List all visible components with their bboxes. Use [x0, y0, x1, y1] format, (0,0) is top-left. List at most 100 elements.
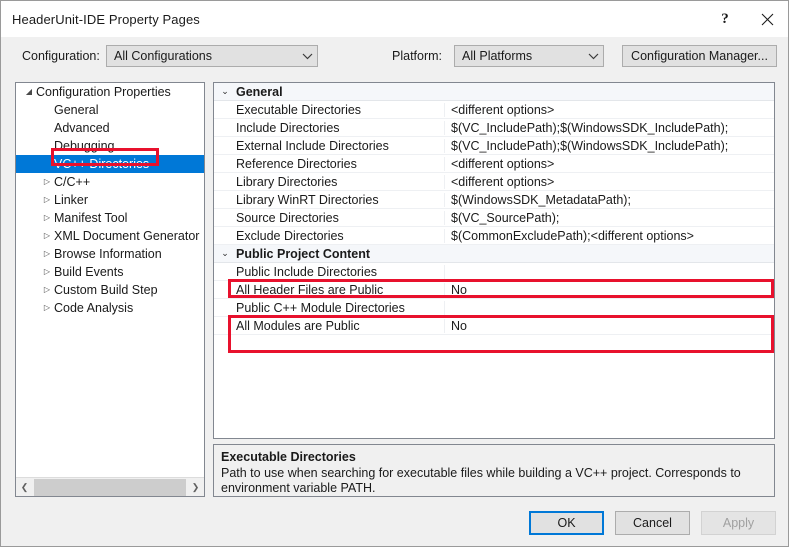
tree-item-debugging[interactable]: Debugging	[16, 137, 204, 155]
tree-item-label: Debugging	[54, 139, 115, 153]
tree-item-label: VC++ Directories	[54, 157, 150, 171]
property-value[interactable]: $(CommonExcludePath);<different options>	[445, 229, 774, 243]
property-group-public-project-content[interactable]: ⌄ Public Project Content	[214, 245, 774, 263]
property-value[interactable]: $(WindowsSDK_MetadataPath);	[445, 193, 774, 207]
triangle-right-icon[interactable]: ▷	[40, 214, 54, 222]
property-grid[interactable]: ⌄ General Executable Directories <different…	[213, 82, 775, 439]
chevron-down-icon[interactable]: ⌄	[214, 87, 236, 96]
property-row-public-include-directories[interactable]: Public Include Directories	[214, 263, 774, 281]
property-group-general[interactable]: ⌄ General	[214, 83, 774, 101]
property-row-include-directories[interactable]: Include Directories $(VC_IncludePath);$(W…	[214, 119, 774, 137]
property-name: Library WinRT Directories	[214, 192, 445, 207]
property-name: All Modules are Public	[214, 318, 445, 333]
cancel-button-label: Cancel	[633, 516, 672, 530]
description-panel: Executable Directories Path to use when …	[213, 444, 775, 497]
property-value[interactable]: <different options>	[445, 103, 774, 117]
close-button[interactable]	[746, 1, 788, 37]
configuration-bar: Configuration: All Configurations Platfo…	[1, 37, 788, 75]
property-value[interactable]: $(VC_SourcePath);	[445, 211, 774, 225]
tree-item-manifest-tool[interactable]: ▷ Manifest Tool	[16, 209, 204, 227]
tree-item-label: Build Events	[54, 265, 124, 279]
tree-item-configuration-properties[interactable]: ◢ Configuration Properties	[16, 83, 204, 101]
triangle-right-icon[interactable]: ▷	[40, 268, 54, 276]
property-row-executable-directories[interactable]: Executable Directories <different options…	[214, 101, 774, 119]
tree-item-build-events[interactable]: ▷ Build Events	[16, 263, 204, 281]
property-row-public-c-module-directories[interactable]: Public C++ Module Directories	[214, 299, 774, 317]
property-name: Public C++ Module Directories	[214, 300, 445, 315]
tree-horizontal-scrollbar[interactable]: ❮ ❯	[16, 477, 204, 496]
chevron-down-icon	[583, 53, 603, 60]
configuration-label: Configuration:	[22, 49, 100, 63]
property-row-library-directories[interactable]: Library Directories <different options>	[214, 173, 774, 191]
property-value[interactable]: $(VC_IncludePath);$(WindowsSDK_IncludePa…	[445, 139, 774, 153]
tree-item-label: Manifest Tool	[54, 211, 128, 225]
tree-item-custom-build-step[interactable]: ▷ Custom Build Step	[16, 281, 204, 299]
property-name: External Include Directories	[214, 138, 445, 153]
triangle-right-icon[interactable]: ▷	[40, 232, 54, 240]
tree-item-xml-document-generator[interactable]: ▷ XML Document Generator	[16, 227, 204, 245]
tree-item-c-c[interactable]: ▷ C/C++	[16, 173, 204, 191]
property-group-label: Public Project Content	[236, 246, 371, 261]
triangle-right-icon[interactable]: ▷	[40, 250, 54, 258]
tree-item-general[interactable]: General	[16, 101, 204, 119]
tree-scroll-thumb[interactable]	[34, 478, 186, 496]
configuration-properties-tree[interactable]: ◢ Configuration Properties General Advanced…	[15, 82, 205, 497]
tree-item-label: C/C++	[54, 175, 91, 189]
configuration-dropdown[interactable]: All Configurations	[106, 45, 318, 67]
ok-button[interactable]: OK	[529, 511, 604, 535]
triangle-right-icon[interactable]: ▷	[40, 178, 54, 186]
tree-item-linker[interactable]: ▷ Linker	[16, 191, 204, 209]
property-value[interactable]: No	[445, 319, 774, 333]
platform-dropdown[interactable]: All Platforms	[454, 45, 604, 67]
tree-item-label: General	[54, 103, 99, 117]
property-name: Source Directories	[214, 210, 445, 225]
window-title: HeaderUnit-IDE Property Pages	[12, 11, 200, 27]
property-value[interactable]: $(VC_IncludePath);$(WindowsSDK_IncludePa…	[445, 121, 774, 135]
property-name: All Header Files are Public	[214, 282, 445, 297]
property-value[interactable]: <different options>	[445, 175, 774, 189]
property-value[interactable]: No	[445, 283, 774, 297]
configuration-dropdown-value: All Configurations	[114, 49, 212, 63]
triangle-right-icon[interactable]: ▷	[40, 304, 54, 312]
property-name: Executable Directories	[214, 102, 445, 117]
triangle-right-icon[interactable]: ▷	[40, 196, 54, 204]
property-name: Exclude Directories	[214, 228, 445, 243]
cancel-button[interactable]: Cancel	[615, 511, 690, 535]
triangle-right-icon[interactable]: ▷	[40, 286, 54, 294]
tree-item-advanced[interactable]: Advanced	[16, 119, 204, 137]
property-row-all-modules-are-public[interactable]: All Modules are Public No	[214, 317, 774, 335]
tree-item-browse-information[interactable]: ▷ Browse Information	[16, 245, 204, 263]
configuration-manager-button[interactable]: Configuration Manager...	[622, 45, 777, 67]
tree-item-code-analysis[interactable]: ▷ Code Analysis	[16, 299, 204, 317]
ok-button-label: OK	[557, 516, 576, 530]
tree-item-label: Configuration Properties	[36, 85, 171, 99]
property-name: Public Include Directories	[214, 264, 445, 279]
triangle-down-icon[interactable]: ◢	[22, 88, 36, 96]
help-button[interactable]: ?	[704, 1, 746, 37]
property-row-exclude-directories[interactable]: Exclude Directories $(CommonExcludePath);…	[214, 227, 774, 245]
chevron-down-icon	[297, 53, 317, 60]
tree-item-label: XML Document Generator	[54, 229, 200, 243]
property-row-source-directories[interactable]: Source Directories $(VC_SourcePath);	[214, 209, 774, 227]
title-bar: HeaderUnit-IDE Property Pages ?	[1, 1, 788, 37]
property-value[interactable]: <different options>	[445, 157, 774, 171]
property-row-library-winrt-directories[interactable]: Library WinRT Directories $(WindowsSDK_Me…	[214, 191, 774, 209]
scroll-left-arrow-icon[interactable]: ❮	[16, 479, 33, 496]
property-name: Library Directories	[214, 174, 445, 189]
tree-item-label: Browse Information	[54, 247, 162, 261]
property-row-reference-directories[interactable]: Reference Directories <different options>	[214, 155, 774, 173]
chevron-down-icon[interactable]: ⌄	[214, 249, 236, 258]
property-grid-rows: ⌄ General Executable Directories <different…	[214, 83, 774, 335]
tree-item-label: Custom Build Step	[54, 283, 158, 297]
configuration-manager-label: Configuration Manager...	[631, 49, 768, 63]
property-row-all-header-files-are-public[interactable]: All Header Files are Public No	[214, 281, 774, 299]
scroll-right-arrow-icon[interactable]: ❯	[187, 479, 204, 496]
dialog-footer: OK Cancel Apply	[1, 503, 788, 546]
property-row-external-include-directories[interactable]: External Include Directories $(VC_Include…	[214, 137, 774, 155]
tree-item-vc-directories[interactable]: VC++ Directories	[16, 155, 204, 173]
platform-label: Platform:	[392, 49, 443, 63]
platform-dropdown-value: All Platforms	[462, 49, 533, 63]
property-pages-dialog: HeaderUnit-IDE Property Pages ? Configur…	[0, 0, 789, 547]
question-mark-icon: ?	[721, 10, 729, 27]
tree-scroll-area: ◢ Configuration Properties General Advanced…	[16, 83, 204, 478]
